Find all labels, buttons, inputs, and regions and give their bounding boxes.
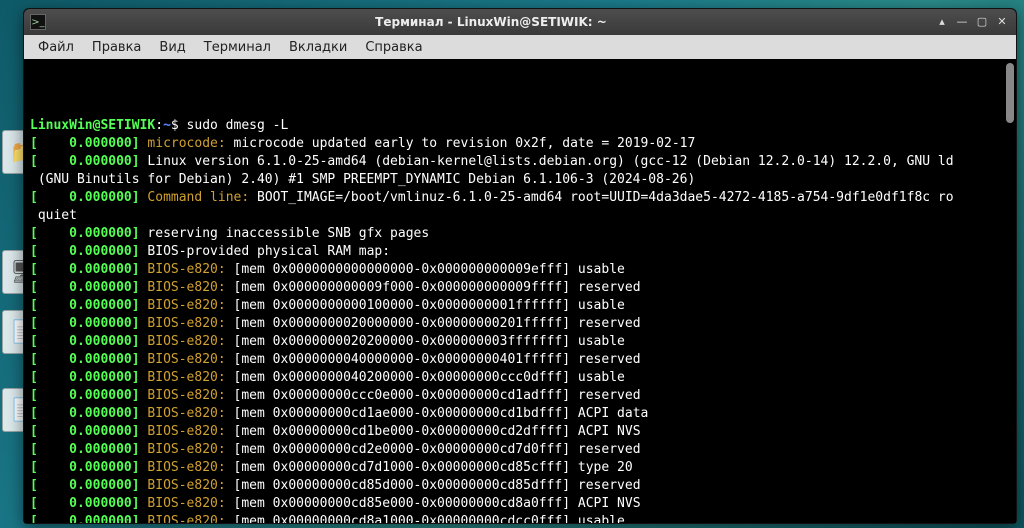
output-line: (GNU Binutils for Debian) 2.40) #1 SMP P… [30, 171, 1010, 189]
terminal-window: >_ Терминал - LinuxWin@SETIWIK: ~ ▴ — ▢ … [23, 8, 1017, 524]
rollup-button[interactable]: ▴ [934, 15, 950, 29]
output-line: [ 0.000000] BIOS-e820: [mem 0x00000000cd… [30, 441, 1010, 459]
output-line: [ 0.000000] Linux version 6.1.0-25-amd64… [30, 153, 1010, 171]
output-line: [ 0.000000] reserving inaccessible SNB g… [30, 225, 1010, 243]
menu-view[interactable]: Вид [151, 38, 193, 57]
menu-file[interactable]: Файл [30, 38, 82, 57]
close-button[interactable]: ✕ [994, 15, 1010, 29]
prompt-line: LinuxWin@SETIWIK:~$ sudo dmesg -L [30, 117, 1010, 135]
output-line: [ 0.000000] BIOS-e820: [mem 0x0000000020… [30, 315, 1010, 333]
output-line: [ 0.000000] BIOS-e820: [mem 0x00000000cd… [30, 405, 1010, 423]
output-line: [ 0.000000] BIOS-e820: [mem 0x0000000000… [30, 261, 1010, 279]
output-line: [ 0.000000] BIOS-e820: [mem 0x00000000cd… [30, 513, 1010, 523]
menubar: Файл Правка Вид Терминал Вкладки Справка [24, 35, 1016, 59]
output-line: quiet [30, 207, 1010, 225]
output-line: [ 0.000000] BIOS-e820: [mem 0x0000000000… [30, 297, 1010, 315]
scrollbar[interactable] [1006, 63, 1014, 123]
output-line: [ 0.000000] BIOS-provided physical RAM m… [30, 243, 1010, 261]
output-line: [ 0.000000] BIOS-e820: [mem 0x0000000020… [30, 333, 1010, 351]
menu-tabs[interactable]: Вкладки [281, 38, 355, 57]
terminal-output[interactable]: LinuxWin@SETIWIK:~$ sudo dmesg -L[ 0.000… [24, 59, 1016, 523]
menu-help[interactable]: Справка [357, 38, 430, 57]
maximize-button[interactable]: ▢ [974, 15, 990, 29]
output-line: [ 0.000000] BIOS-e820: [mem 0x0000000000… [30, 279, 1010, 297]
menu-edit[interactable]: Правка [84, 38, 149, 57]
menu-terminal[interactable]: Терминал [196, 38, 279, 57]
output-line: [ 0.000000] BIOS-e820: [mem 0x0000000040… [30, 351, 1010, 369]
output-line: [ 0.000000] microcode: microcode updated… [30, 135, 1010, 153]
output-line: [ 0.000000] BIOS-e820: [mem 0x00000000cd… [30, 477, 1010, 495]
output-line: [ 0.000000] BIOS-e820: [mem 0x00000000cd… [30, 459, 1010, 477]
output-line: [ 0.000000] BIOS-e820: [mem 0x00000000cd… [30, 423, 1010, 441]
output-line: [ 0.000000] BIOS-e820: [mem 0x00000000cd… [30, 495, 1010, 513]
window-title: Терминал - LinuxWin@SETIWIK: ~ [52, 15, 930, 29]
output-line: [ 0.000000] Command line: BOOT_IMAGE=/bo… [30, 189, 1010, 207]
output-line: [ 0.000000] BIOS-e820: [mem 0x00000000cc… [30, 387, 1010, 405]
terminal-icon: >_ [30, 14, 46, 30]
window-titlebar[interactable]: >_ Терминал - LinuxWin@SETIWIK: ~ ▴ — ▢ … [24, 9, 1016, 35]
minimize-button[interactable]: — [954, 15, 970, 29]
output-line: [ 0.000000] BIOS-e820: [mem 0x0000000040… [30, 369, 1010, 387]
